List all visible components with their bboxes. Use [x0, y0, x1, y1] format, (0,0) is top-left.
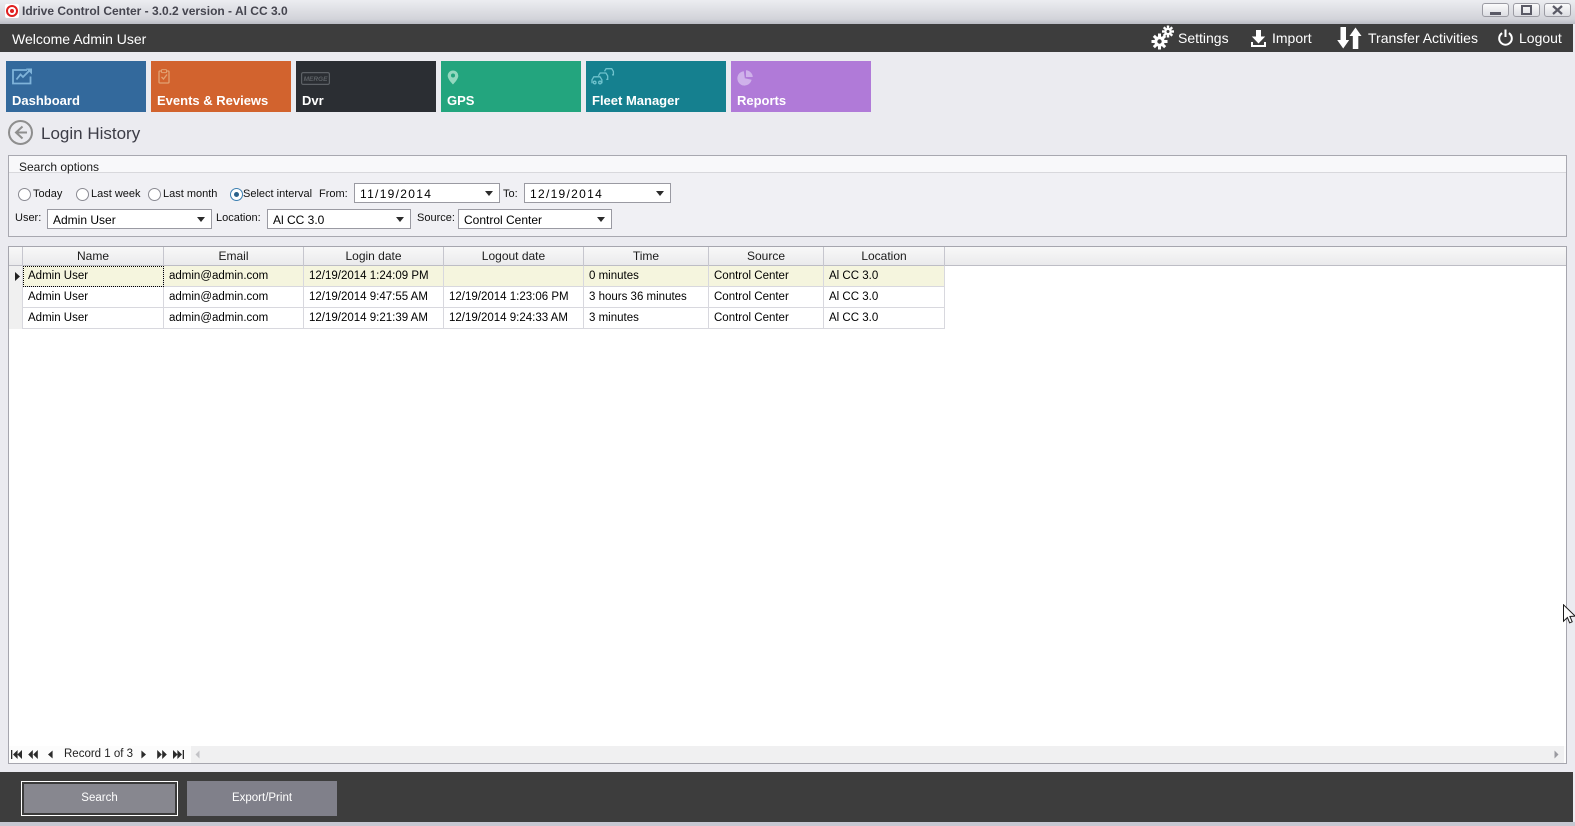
svg-text:MERGE: MERGE	[304, 76, 329, 83]
